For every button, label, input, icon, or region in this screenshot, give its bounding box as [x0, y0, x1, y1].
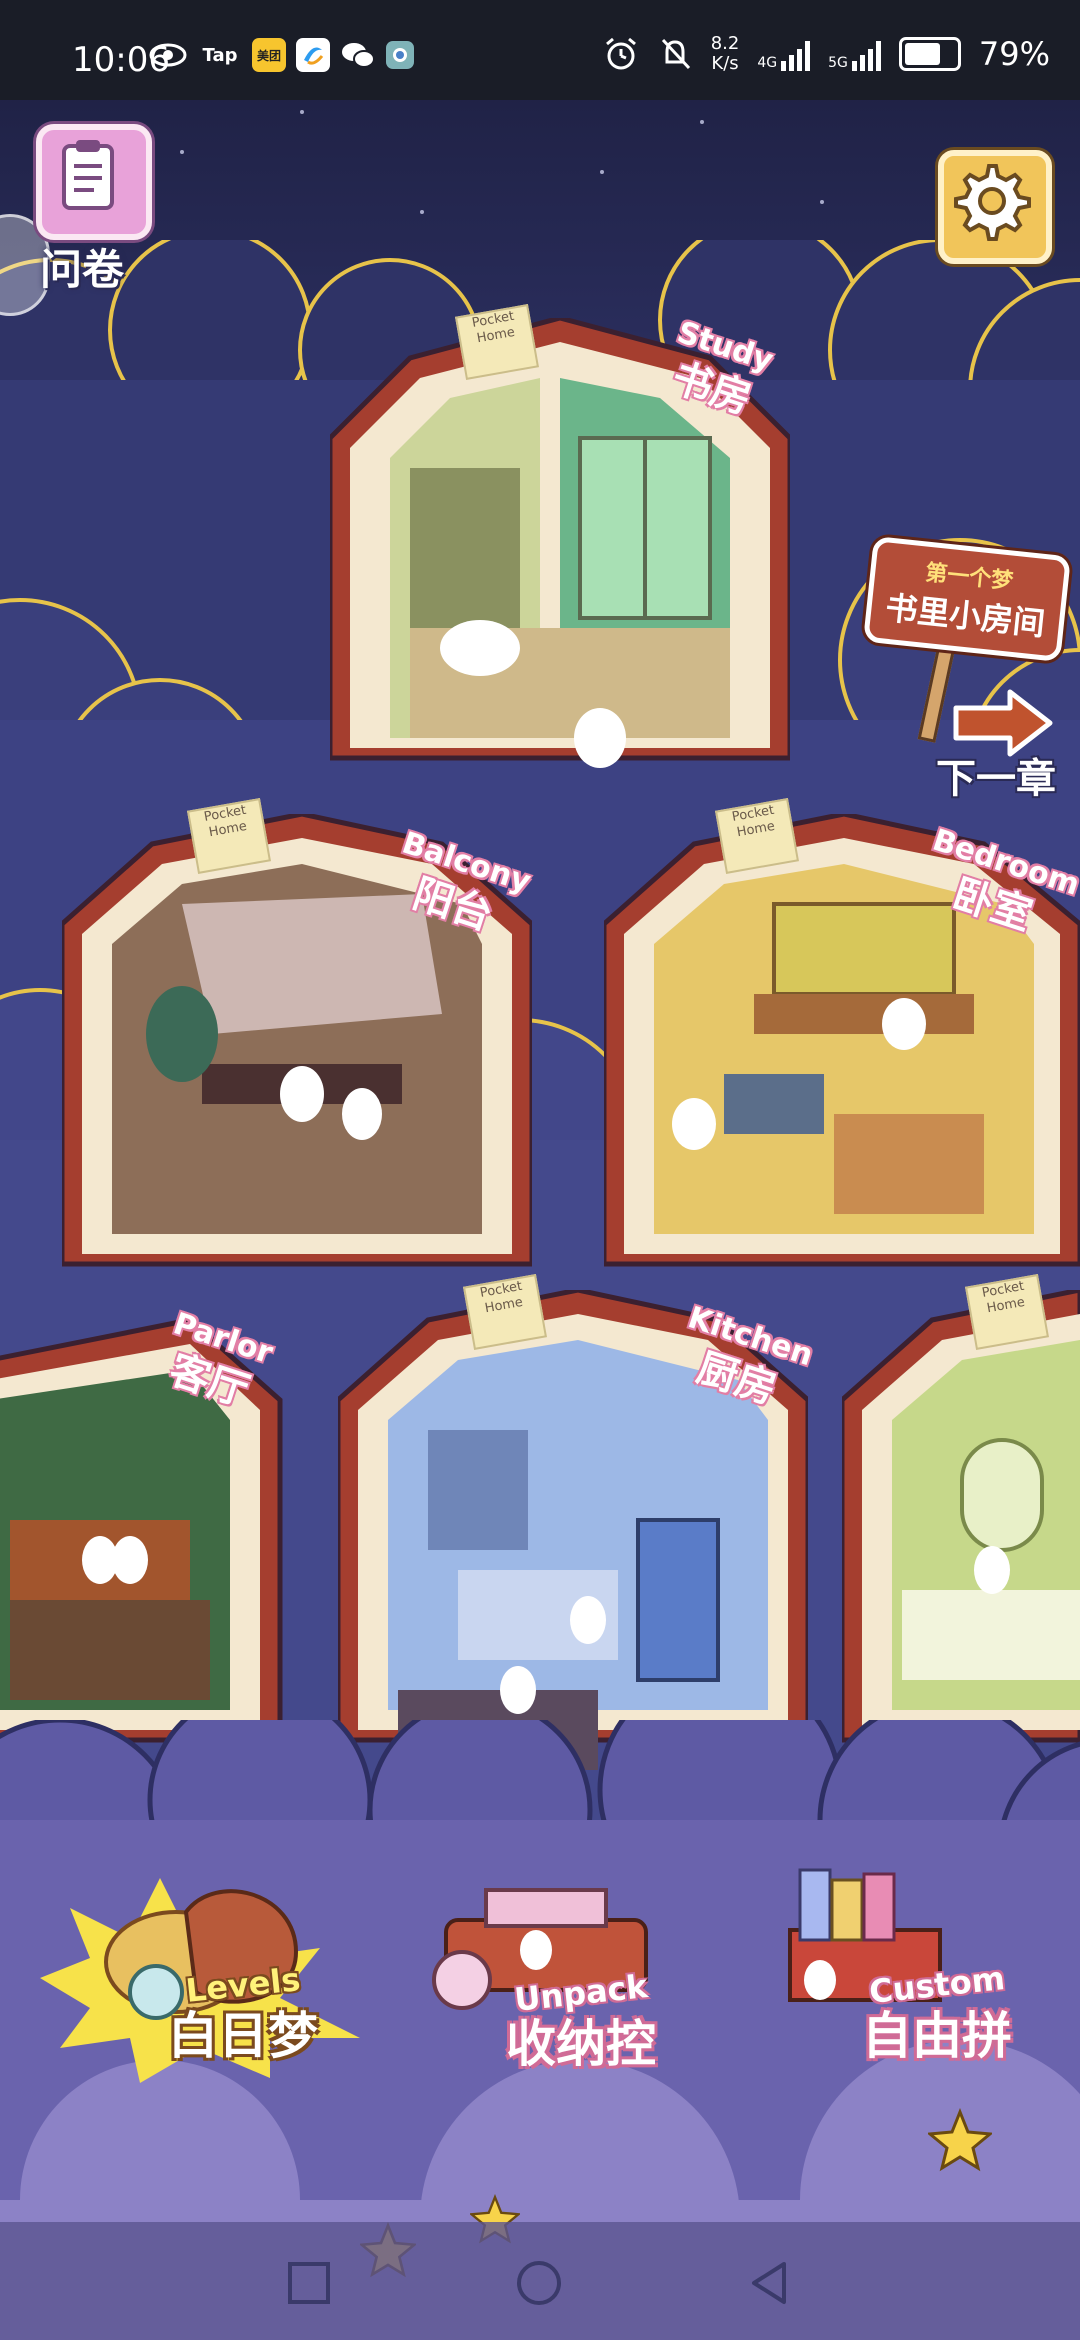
pocket-home-tag: Pocket Home — [187, 798, 271, 874]
triangle-back-icon[interactable] — [746, 2260, 792, 2306]
room-bedroom[interactable]: Pocket Home Bedroom 卧室 — [604, 798, 1080, 1314]
star — [820, 200, 824, 204]
chapter-sign: 第一个梦 书里小房间 — [863, 535, 1071, 663]
room-bathroom-book — [842, 1290, 1080, 1743]
pocket-home-tag: Pocket Home — [965, 1274, 1049, 1350]
signal-group-2: 5G — [828, 37, 881, 71]
battery-percent: 79% — [978, 35, 1050, 73]
eye-icon — [149, 43, 187, 67]
network-speed: 8.2 K/s — [710, 33, 740, 74]
navigation-bar — [0, 2222, 1080, 2340]
meituan-icon: 美团 — [252, 38, 286, 72]
game-scene: 问卷 Pocket Home Study 书房 Pocket Home Balc… — [0, 0, 1080, 2340]
battery-icon — [898, 37, 961, 71]
wechat-icon — [342, 43, 375, 68]
signal-icon — [781, 37, 811, 71]
questionnaire-label[interactable]: 问卷 — [40, 236, 124, 297]
mode-unpack-button[interactable]: Unpack 收纳控 — [506, 1967, 656, 2076]
room-study[interactable]: Pocket Home Study 书房 — [330, 304, 790, 798]
settings-button[interactable] — [938, 150, 1052, 264]
system-status: 8.2 K/s 4G 5G 79% — [603, 34, 1050, 74]
room-bathroom[interactable]: Pocket Home — [842, 1274, 1080, 1770]
taptap-icon: Tap — [202, 44, 238, 66]
pocket-home-tag: Pocket Home — [463, 1274, 547, 1350]
pocket-home-tag: Pocket Home — [455, 304, 539, 380]
star — [420, 210, 424, 214]
room-balcony[interactable]: Pocket Home Balcony 阳台 — [62, 798, 535, 1294]
pocket-home-tag: Pocket Home — [715, 798, 799, 874]
mute-icon — [661, 38, 690, 70]
browser-icon — [296, 38, 330, 72]
app-icon — [386, 41, 414, 69]
signal-icon — [851, 37, 881, 71]
star — [600, 170, 604, 174]
star — [300, 110, 304, 114]
room-parlor[interactable]: Parlor 客厅 — [0, 1300, 290, 1780]
notification-icons: Tap 美团 — [148, 38, 414, 72]
clipboard-icon — [62, 140, 114, 210]
mode-custom-button[interactable]: Custom 自由拼 — [862, 1959, 1012, 2068]
alarm-icon — [605, 37, 636, 70]
mode-levels-button[interactable]: Levels 白日梦 — [168, 1960, 318, 2068]
star — [700, 120, 704, 124]
gear-icon — [954, 164, 1031, 241]
circle-icon[interactable] — [516, 2260, 562, 2306]
next-chapter-button[interactable]: 下一章 — [936, 746, 1056, 804]
status-bar: 10:06 Tap 美团 8.2 K/s 4G 5G 79% — [0, 0, 1080, 100]
star-icon — [928, 2108, 992, 2172]
signal-group-1: 4G — [757, 37, 811, 71]
questionnaire-button[interactable] — [36, 124, 152, 240]
star — [180, 150, 184, 154]
square-icon[interactable] — [286, 2260, 332, 2306]
